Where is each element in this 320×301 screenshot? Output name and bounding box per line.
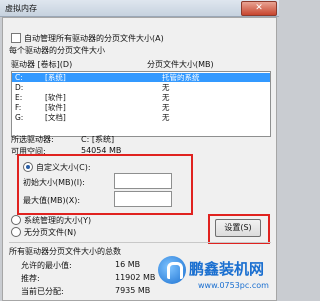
no-paging-radio[interactable] — [11, 227, 21, 237]
separator — [9, 242, 271, 243]
drive-letter: G: — [15, 113, 24, 122]
drive-letter: F: — [15, 103, 22, 112]
auto-manage-label[interactable]: 自动管理所有驱动器的分页文件大小(A) — [24, 33, 164, 44]
column-header-size: 分页文件大小(MB) — [147, 60, 214, 69]
system-managed-radio[interactable] — [11, 215, 21, 225]
drive-label: [软件] — [45, 103, 66, 112]
drive-row-c[interactable]: C: [系统] 托管的系统 — [12, 73, 270, 82]
drive-row-e[interactable]: E: [软件] 无 — [12, 93, 270, 102]
min-allowed-label: 允许的最小值: — [21, 261, 72, 270]
system-managed-label[interactable]: 系统管理的大小(Y) — [24, 215, 91, 226]
drive-list[interactable]: C: [系统] 托管的系统 D: 无 E: [软件] 无 F: [软件] 无 G… — [11, 71, 271, 137]
set-button[interactable]: 设置(S) — [215, 219, 261, 237]
selected-drive-value: C: [系统] — [81, 135, 115, 144]
drive-size: 托管的系统 — [162, 73, 200, 82]
totals-group-label: 所有驱动器分页文件大小的总数 — [9, 247, 121, 256]
drive-letter: D: — [15, 83, 24, 92]
drive-label: [系统] — [45, 73, 66, 82]
current-allocated-value: 7935 MB — [115, 286, 151, 295]
drive-row-f[interactable]: F: [软件] 无 — [12, 103, 270, 112]
max-size-label: 最大值(MB)(X): — [23, 196, 81, 205]
drive-letter: E: — [15, 93, 23, 102]
watermark-url: www.0753pc.com — [198, 281, 269, 290]
close-icon: ✕ — [255, 3, 263, 13]
window-title: 虚拟内存 — [5, 4, 37, 13]
drive-label: [文档] — [45, 113, 66, 122]
custom-size-radio[interactable] — [23, 162, 33, 172]
drive-row-d[interactable]: D: 无 — [12, 83, 270, 92]
min-allowed-value: 16 MB — [115, 260, 141, 269]
drive-size: 无 — [162, 113, 170, 122]
paging-group-label: 每个驱动器的分页文件大小 — [9, 46, 105, 55]
drive-size: 无 — [162, 93, 170, 102]
drive-size: 无 — [162, 103, 170, 112]
max-size-input[interactable] — [114, 191, 172, 207]
column-header-drive: 驱动器 [卷标](D) — [11, 60, 73, 69]
initial-size-label: 初始大小(MB)(I): — [23, 178, 85, 187]
recommended-label: 推荐: — [21, 274, 40, 283]
initial-size-input[interactable] — [114, 173, 172, 189]
custom-size-label[interactable]: 自定义大小(C): — [36, 162, 91, 173]
brand-logo-icon — [158, 256, 186, 284]
current-allocated-label: 当前已分配: — [21, 287, 64, 296]
watermark-brand: 鹏鑫装机网 — [189, 260, 265, 278]
drive-letter: C: — [15, 73, 23, 82]
drive-label: [软件] — [45, 93, 66, 102]
set-button-label: 设置(S) — [224, 223, 252, 232]
no-paging-label[interactable]: 无分页文件(N) — [24, 227, 76, 238]
auto-manage-checkbox[interactable] — [11, 33, 21, 43]
close-button[interactable]: ✕ — [241, 1, 277, 16]
selected-drive-label: 所选驱动器: — [11, 135, 54, 144]
drive-row-g[interactable]: G: [文档] 无 — [12, 113, 270, 122]
drive-size: 无 — [162, 83, 170, 92]
recommended-value: 11902 MB — [115, 273, 156, 282]
watermark-logo: 鹏鑫装机网 www.0753pc.com — [158, 256, 278, 296]
title-bar: 虚拟内存 ✕ — [0, 0, 279, 17]
